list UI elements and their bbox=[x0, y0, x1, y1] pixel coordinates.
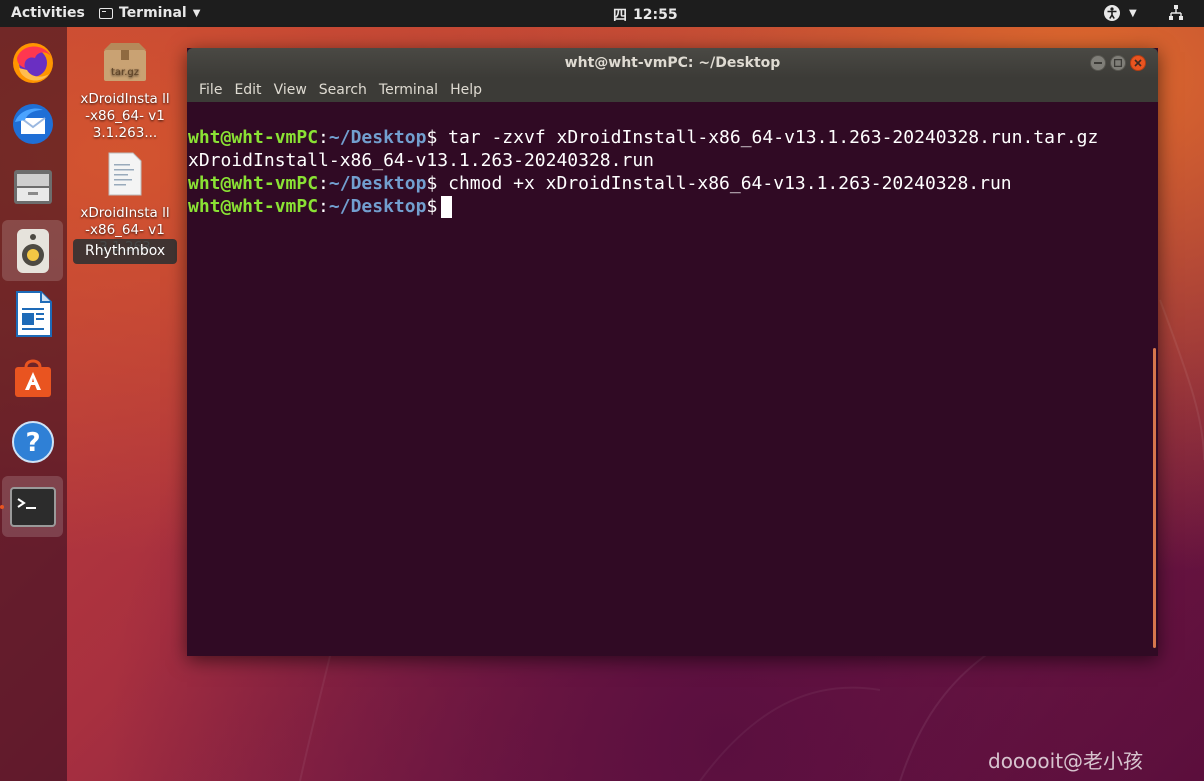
watermark: dooooit@老小孩 bbox=[988, 749, 1144, 773]
app-menu-label: Terminal bbox=[119, 5, 187, 21]
network-wired-icon bbox=[1169, 5, 1183, 20]
terminal-output[interactable]: wht@wht-vmPC:~/Desktop$ tar -zxvf xDroid… bbox=[187, 102, 1158, 656]
app-menu[interactable]: Terminal ▼ bbox=[99, 5, 200, 21]
software-center-icon bbox=[14, 359, 51, 397]
scrollbar[interactable] bbox=[1153, 348, 1156, 648]
prompt-user: wht@wht-vmPC bbox=[188, 196, 319, 217]
dock-item-files[interactable] bbox=[2, 156, 63, 217]
help-icon: ? bbox=[11, 420, 54, 463]
prompt-user: wht@wht-vmPC bbox=[188, 173, 319, 194]
command-text: tar -zxvf xDroidInstall-x86_64-v13.1.263… bbox=[437, 127, 1099, 148]
running-indicator bbox=[0, 505, 4, 509]
files-icon bbox=[13, 169, 52, 204]
window-titlebar[interactable]: wht@wht-vmPC: ~/Desktop bbox=[187, 48, 1158, 78]
minimize-button[interactable] bbox=[1090, 55, 1106, 71]
chevron-down-icon: ▼ bbox=[192, 7, 201, 19]
clock[interactable]: 四 12:55 bbox=[613, 5, 678, 25]
rhythmbox-icon bbox=[16, 228, 49, 273]
firefox-icon bbox=[12, 42, 53, 83]
archive-icon: tar.gz bbox=[104, 43, 146, 81]
prompt-path: ~/Desktop bbox=[328, 196, 427, 217]
dock-item-terminal[interactable] bbox=[2, 476, 63, 537]
terminal-app-icon bbox=[99, 7, 113, 19]
desktop-icon-archive[interactable]: tar.gz xDroidInsta ll-x86_64- v13.1.263.… bbox=[80, 42, 170, 142]
system-menu[interactable] bbox=[1167, 4, 1185, 22]
dock: ? bbox=[0, 27, 67, 781]
thunderbird-icon bbox=[12, 103, 53, 144]
window-title: wht@wht-vmPC: ~/Desktop bbox=[564, 55, 781, 71]
prompt-separator: : bbox=[318, 196, 329, 217]
menu-search[interactable]: Search bbox=[313, 78, 373, 102]
terminal-line: xDroidInstall-x86_64-v13.1.263-20240328.… bbox=[188, 149, 1158, 172]
chevron-down-icon: ▼ bbox=[1129, 7, 1137, 19]
terminal-icon bbox=[9, 486, 56, 527]
terminal-line: wht@wht-vmPC:~/Desktop$ tar -zxvf xDroid… bbox=[188, 126, 1158, 149]
dock-item-rhythmbox[interactable] bbox=[2, 220, 63, 281]
dock-item-firefox[interactable] bbox=[2, 31, 63, 92]
accessibility-icon bbox=[1104, 5, 1120, 21]
menu-help[interactable]: Help bbox=[444, 78, 488, 102]
dock-item-thunderbird[interactable] bbox=[2, 93, 63, 154]
menu-edit[interactable]: Edit bbox=[228, 78, 267, 102]
close-icon bbox=[1134, 59, 1142, 67]
terminal-window: wht@wht-vmPC: ~/Desktop File Edit View S… bbox=[187, 48, 1158, 656]
dock-item-writer[interactable] bbox=[2, 283, 63, 344]
top-bar: Activities Terminal ▼ 四 12:55 ▼ bbox=[0, 0, 1204, 27]
archive-type-text: tar.gz bbox=[111, 67, 139, 78]
prompt-user: wht@wht-vmPC bbox=[188, 127, 319, 148]
dock-tooltip: Rhythmbox bbox=[73, 239, 178, 264]
prompt-path: ~/Desktop bbox=[328, 173, 427, 194]
minimize-icon bbox=[1094, 62, 1102, 64]
terminal-line: wht@wht-vmPC:~/Desktop$ bbox=[188, 195, 1158, 218]
menu-view[interactable]: View bbox=[268, 78, 313, 102]
libreoffice-writer-icon bbox=[15, 290, 52, 337]
text-cursor bbox=[441, 196, 453, 218]
prompt-separator: : bbox=[318, 127, 329, 148]
dock-item-help[interactable]: ? bbox=[2, 411, 63, 472]
weekday-label: 四 bbox=[613, 8, 627, 24]
prompt-separator: : bbox=[318, 173, 329, 194]
terminal-line: wht@wht-vmPC:~/Desktop$ chmod +x xDroidI… bbox=[188, 172, 1158, 195]
desktop-icon-label: xDroidInsta ll-x86_64- v13.1.263... bbox=[80, 91, 170, 141]
prompt-symbol: $ bbox=[426, 127, 438, 148]
svg-text:?: ? bbox=[25, 428, 40, 458]
maximize-button[interactable] bbox=[1110, 55, 1126, 71]
maximize-icon bbox=[1114, 59, 1122, 67]
script-file-icon bbox=[108, 152, 142, 196]
prompt-symbol: $ bbox=[426, 173, 438, 194]
menu-file[interactable]: File bbox=[193, 78, 228, 102]
command-output: xDroidInstall-x86_64-v13.1.263-20240328.… bbox=[188, 150, 654, 171]
activities-button[interactable]: Activities bbox=[11, 5, 85, 21]
prompt-symbol: $ bbox=[426, 196, 438, 217]
menu-terminal[interactable]: Terminal bbox=[373, 78, 444, 102]
menu-bar: File Edit View Search Terminal Help bbox=[187, 78, 1158, 102]
command-text: chmod +x xDroidInstall-x86_64-v13.1.263-… bbox=[437, 173, 1012, 194]
dock-item-software[interactable] bbox=[2, 347, 63, 408]
clock-time: 12:55 bbox=[633, 7, 678, 23]
window-controls bbox=[1090, 55, 1146, 71]
prompt-path: ~/Desktop bbox=[328, 127, 427, 148]
close-button[interactable] bbox=[1130, 55, 1146, 71]
accessibility-menu[interactable]: ▼ bbox=[1103, 4, 1137, 22]
